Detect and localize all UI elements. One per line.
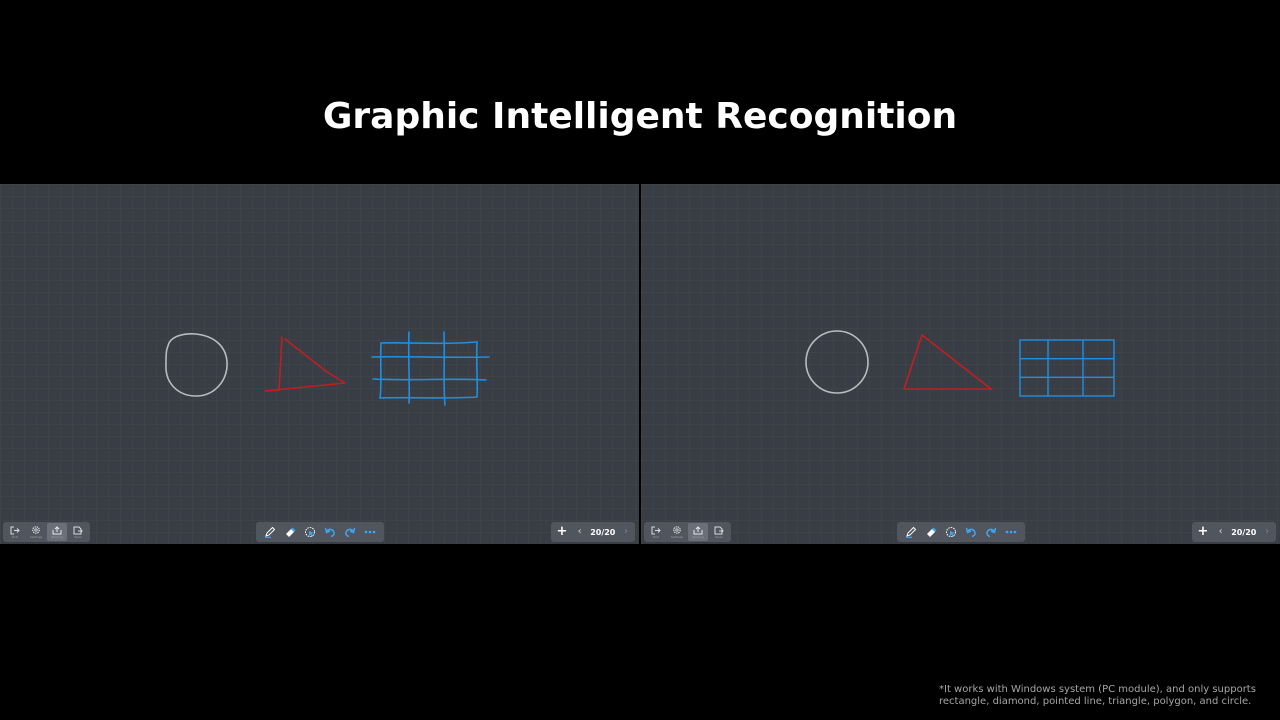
undo-icon	[324, 527, 335, 538]
add-page-button[interactable]: +	[1196, 525, 1210, 539]
page-toolbar: + ‹ 20/20 ›	[551, 522, 635, 542]
more-button[interactable]	[1003, 524, 1019, 540]
exit-icon	[651, 526, 661, 534]
redo-button[interactable]	[983, 524, 999, 540]
settings-button[interactable]: Settings	[667, 523, 687, 541]
drawing-canvas-before[interactable]	[0, 184, 639, 544]
slide: Graphic Intelligent Recognition Exit Set…	[0, 0, 1280, 720]
footnote-line-2: rectangle, diamond, pointed line, triang…	[939, 696, 1252, 707]
settings-label: Settings	[29, 536, 43, 539]
share-label: Sharing	[51, 535, 63, 539]
more-icon	[1005, 530, 1017, 534]
side-toolbar: Exit Settings Sharing Open	[644, 522, 731, 542]
drawing-tools-toolbar	[256, 522, 384, 542]
pen-icon	[265, 526, 276, 538]
footnote: *It works with Windows system (PC module…	[939, 684, 1275, 708]
redo-button[interactable]	[342, 524, 358, 540]
drawing-tools-toolbar	[897, 522, 1025, 542]
more-icon	[364, 530, 376, 534]
recognized-circle[interactable]	[805, 330, 869, 394]
exit-label: Exit	[653, 535, 659, 539]
pen-icon	[906, 526, 917, 538]
undo-icon	[965, 527, 976, 538]
open-label: Open	[714, 535, 723, 539]
lasso-select-icon	[946, 527, 956, 537]
slide-title: Graphic Intelligent Recognition	[322, 96, 958, 137]
whiteboard-panel-after[interactable]: Exit Settings Sharing Open + ‹ 20/20 ›	[641, 184, 1280, 544]
undo-button[interactable]	[322, 524, 338, 540]
add-page-button[interactable]: +	[555, 525, 569, 539]
settings-gear-icon	[32, 526, 40, 534]
lasso-select-icon	[305, 527, 315, 537]
open-file-icon	[73, 526, 83, 534]
share-icon	[52, 525, 62, 534]
footnote-line-1: *It works with Windows system (PC module…	[939, 684, 1256, 695]
next-page-button[interactable]: ›	[1262, 525, 1272, 539]
freehand-grid-table[interactable]	[371, 331, 490, 406]
exit-icon	[10, 526, 20, 534]
freehand-triangle[interactable]	[264, 336, 346, 392]
open-button[interactable]: Open	[709, 523, 729, 541]
more-button[interactable]	[362, 524, 378, 540]
page-toolbar: + ‹ 20/20 ›	[1192, 522, 1276, 542]
eraser-button[interactable]	[923, 524, 939, 540]
eraser-button[interactable]	[282, 524, 298, 540]
pen-button[interactable]	[903, 524, 919, 540]
settings-label: Settings	[670, 536, 684, 539]
pen-button[interactable]	[262, 524, 278, 540]
open-file-icon	[714, 526, 724, 534]
exit-button[interactable]: Exit	[5, 523, 25, 541]
redo-icon	[986, 527, 997, 538]
share-button[interactable]: Sharing	[688, 523, 708, 541]
prev-page-button[interactable]: ‹	[575, 525, 585, 539]
page-indicator: 20/20	[590, 527, 616, 537]
whiteboard-panel-before[interactable]: Exit Settings Sharing Open + ‹ 20/20 ›	[0, 184, 639, 544]
eraser-icon	[286, 527, 296, 537]
lasso-select-button[interactable]	[302, 524, 318, 540]
page-indicator: 20/20	[1231, 527, 1257, 537]
exit-button[interactable]: Exit	[646, 523, 666, 541]
prev-page-button[interactable]: ‹	[1216, 525, 1226, 539]
share-icon	[693, 525, 703, 534]
settings-gear-icon	[673, 526, 681, 534]
open-label: Open	[73, 535, 82, 539]
recognized-triangle[interactable]	[902, 333, 994, 390]
exit-label: Exit	[12, 535, 18, 539]
share-button[interactable]: Sharing	[47, 523, 67, 541]
recognized-grid-table[interactable]	[1019, 339, 1115, 397]
share-label: Sharing	[692, 535, 704, 539]
next-page-button[interactable]: ›	[621, 525, 631, 539]
freehand-circle[interactable]	[165, 333, 228, 397]
settings-button[interactable]: Settings	[26, 523, 46, 541]
drawing-canvas-after[interactable]	[641, 184, 1280, 544]
lasso-select-button[interactable]	[943, 524, 959, 540]
redo-icon	[345, 527, 356, 538]
undo-button[interactable]	[963, 524, 979, 540]
open-button[interactable]: Open	[68, 523, 88, 541]
side-toolbar: Exit Settings Sharing Open	[3, 522, 90, 542]
eraser-icon	[927, 527, 937, 537]
